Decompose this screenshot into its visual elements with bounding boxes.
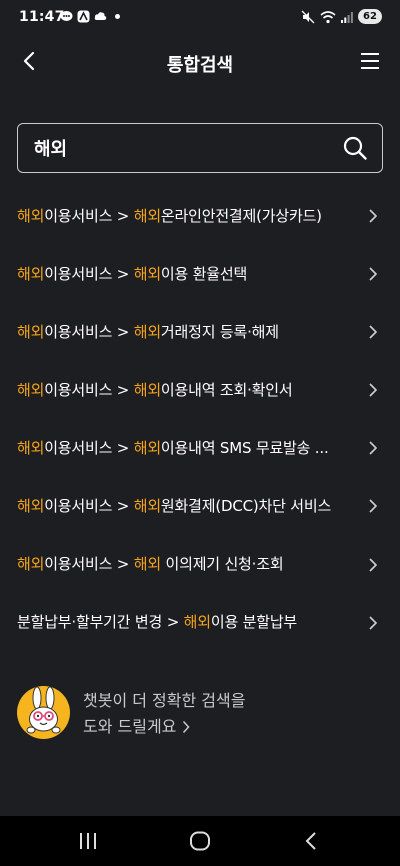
result-text: 해외이용서비스 > 해외온라인안전결제(가상카드) [17, 205, 322, 226]
result-path: 이용서비스 > [44, 206, 134, 225]
recent-apps-button[interactable] [76, 830, 100, 852]
result-text: 해외이용서비스 > 해외이용내역 SMS 무료발송 ... [17, 437, 329, 458]
result-item[interactable]: 해외이용서비스 > 해외이용내역 조회·확인서 [0, 360, 400, 418]
search-results: 해외이용서비스 > 해외온라인안전결제(가상카드) 해외이용서비스 > 해외이용… [0, 186, 400, 651]
battery-indicator: 62 [358, 9, 382, 24]
result-item[interactable]: 해외이용서비스 > 해외 이의제기 신청·조회 [0, 535, 400, 593]
status-time: 11:47 [19, 9, 65, 25]
result-item[interactable]: 해외이용서비스 > 해외거래정지 등록·해제 [0, 302, 400, 360]
result-title: 이용 환율선택 [160, 264, 248, 283]
notification-icons [60, 10, 124, 23]
result-path: 이용서비스 > [44, 438, 134, 457]
search-input[interactable] [34, 124, 334, 172]
chevron-right-icon [183, 720, 190, 734]
keyword-highlight: 해외 [17, 555, 45, 574]
keyword-highlight: 해외 [17, 438, 45, 457]
chevron-right-icon [369, 325, 378, 339]
chat-notification-icon [60, 11, 73, 21]
hamburger-icon [361, 53, 379, 69]
signal-icon [341, 11, 353, 23]
search-icon [343, 136, 367, 160]
chatbot-line2-row: 도와 드릴게요 [83, 714, 245, 740]
search-button[interactable] [342, 135, 368, 161]
result-path: 이용서비스 > [44, 322, 134, 341]
chevron-right-icon [369, 557, 378, 572]
result-title: 이의제기 신청·조회 [160, 555, 284, 574]
keyword-highlight: 해외 [183, 613, 211, 632]
home-icon [190, 831, 210, 851]
chevron-right-icon [369, 209, 378, 223]
menu-button[interactable] [358, 49, 382, 73]
chatbot-line2: 도와 드릴게요 [83, 717, 177, 736]
result-title: 이용내역 조회·확인서 [160, 380, 293, 399]
mute-icon [301, 10, 315, 23]
keyword-highlight: 해외 [17, 322, 45, 341]
chevron-right-icon [369, 267, 378, 281]
home-button[interactable] [188, 830, 212, 852]
chatbot-line1: 챗봇이 더 정확한 검색을 [83, 691, 246, 710]
result-item[interactable]: 해외이용서비스 > 해외온라인안전결제(가상카드) [0, 186, 400, 244]
result-title: 원화결제(DCC)차단 서비스 [160, 497, 332, 516]
keyword-highlight: 해외 [133, 380, 161, 399]
result-path: 이용서비스 > [44, 497, 134, 516]
result-text: 해외이용서비스 > 해외원화결제(DCC)차단 서비스 [17, 495, 331, 516]
keyword-highlight: 해외 [133, 555, 161, 574]
result-item[interactable]: 해외이용서비스 > 해외이용내역 SMS 무료발송 ... [0, 418, 400, 476]
cloud-notification-icon [94, 12, 107, 20]
keyword-highlight: 해외 [133, 497, 161, 516]
result-title: 이용 분할납부 [210, 613, 298, 632]
chevron-right-icon [369, 616, 378, 630]
app-notification-icon [77, 10, 90, 23]
keyword-highlight: 해외 [17, 264, 45, 283]
wifi-icon [320, 10, 336, 23]
status-bar: 11:47 62 [0, 0, 400, 36]
keyword-highlight: 해외 [133, 438, 161, 457]
result-text: 해외이용서비스 > 해외거래정지 등록·해제 [17, 321, 279, 342]
result-text: 해외이용서비스 > 해외이용 환율선택 [17, 263, 247, 284]
search-box [17, 123, 383, 173]
result-item[interactable]: 해외이용서비스 > 해외원화결제(DCC)차단 서비스 [0, 476, 400, 534]
chatbot-prompt[interactable]: 챗봇이 더 정확한 검색을 도와 드릴게요 [17, 686, 317, 746]
chevron-right-icon [369, 499, 378, 514]
more-notifications-icon [115, 14, 120, 19]
result-path: 분할납부·할부기간 변경 > [17, 613, 184, 632]
result-item[interactable]: 분할납부·할부기간 변경 > 해외이용 분할납부 [0, 593, 400, 651]
result-text: 해외이용서비스 > 해외이용내역 조회·확인서 [17, 379, 292, 400]
page-title: 통합검색 [166, 55, 234, 76]
keyword-highlight: 해외 [133, 206, 161, 225]
result-title: 이용내역 SMS 무료발송 ... [160, 438, 329, 457]
chatbot-avatar [17, 686, 70, 739]
system-status: 62 [301, 9, 382, 24]
keyword-highlight: 해외 [17, 497, 45, 516]
result-text: 해외이용서비스 > 해외 이의제기 신청·조회 [17, 553, 283, 574]
keyword-highlight: 해외 [17, 206, 45, 225]
screen: 11:47 62 통합검색 해외이용서비스 > [0, 0, 400, 866]
recent-apps-icon [80, 833, 96, 849]
app-header: 통합검색 [0, 36, 400, 88]
back-icon [305, 832, 316, 850]
chevron-right-icon [369, 441, 378, 455]
chevron-right-icon [369, 383, 378, 397]
result-item[interactable]: 해외이용서비스 > 해외이용 환율선택 [0, 244, 400, 302]
system-nav-bar [0, 816, 400, 866]
back-nav-button[interactable] [300, 830, 324, 852]
result-title: 거래정지 등록·해제 [160, 322, 279, 341]
result-text: 분할납부·할부기간 변경 > 해외이용 분할납부 [17, 611, 297, 632]
rabbit-mascot-icon [26, 686, 61, 734]
keyword-highlight: 해외 [17, 380, 45, 399]
result-path: 이용서비스 > [44, 380, 134, 399]
keyword-highlight: 해외 [133, 322, 161, 341]
result-title: 온라인안전결제(가상카드) [160, 206, 322, 225]
chatbot-message: 챗봇이 더 정확한 검색을 도와 드릴게요 [83, 688, 245, 740]
result-path: 이용서비스 > [44, 264, 134, 283]
keyword-highlight: 해외 [133, 264, 161, 283]
result-path: 이용서비스 > [44, 555, 134, 574]
